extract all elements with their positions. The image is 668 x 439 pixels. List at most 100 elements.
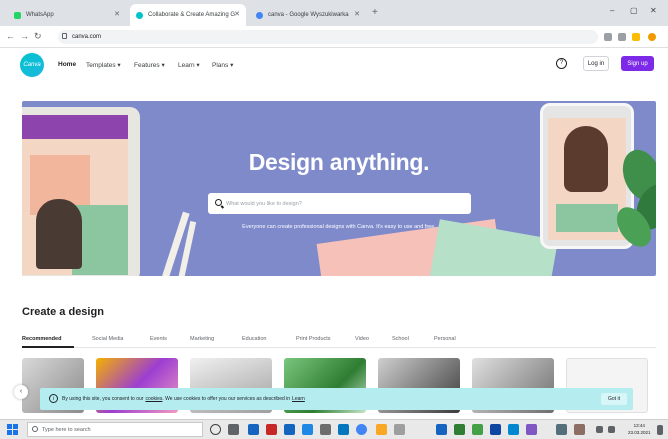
system-tray-icon[interactable] [596,426,603,433]
category-selected-indicator [22,346,74,348]
notification-icon[interactable] [657,425,663,435]
clock-time: 13:44 [633,423,645,428]
tablet-header [22,115,128,139]
help-icon[interactable]: ? [556,58,567,69]
learn-more-link[interactable]: Learn [292,396,305,402]
app-icon[interactable] [526,424,537,435]
info-icon: i [49,394,58,403]
clock-date: 23.03.2021 [628,430,651,435]
app-icon[interactable] [394,424,405,435]
taskbar-search-input[interactable]: Type here to search [27,422,203,437]
back-arrow-icon[interactable]: ← [6,31,15,41]
app-icon[interactable] [508,424,519,435]
extension-icon[interactable] [604,33,612,41]
category-video[interactable]: Video [355,336,369,342]
nav-learn[interactable]: Learn ▾ [178,61,200,69]
category-marketing[interactable]: Marketing [190,336,214,342]
app-icon[interactable] [338,424,349,435]
whatsapp-icon [14,11,21,19]
taskbar-search-placeholder: Type here to search [42,426,91,433]
app-icon[interactable] [454,424,465,435]
reload-icon[interactable]: ↻ [34,31,42,42]
profile-avatar-icon[interactable] [648,33,656,41]
photo-person [36,199,82,269]
category-events[interactable]: Events [150,336,167,342]
chrome-icon[interactable] [356,424,367,435]
app-icon[interactable] [284,424,295,435]
browser-tab-canva[interactable]: Collaborate & Create Amazing G ✕ [130,4,246,26]
volume-icon[interactable] [608,426,615,433]
category-social-media[interactable]: Social Media [92,336,124,342]
login-button[interactable]: Log in [583,56,609,71]
screen: WhatsApp ✕ Collaborate & Create Amazing … [0,0,668,439]
search-placeholder: What would you like to design? [226,200,302,207]
app-icon[interactable] [490,424,501,435]
tab-title: Collaborate & Create Amazing G [148,12,236,18]
url-text: canva.com [72,34,102,40]
nav-home[interactable]: Home [58,61,76,68]
category-education[interactable]: Education [242,336,266,342]
address-bar[interactable]: canva.com [58,30,598,44]
taskbar-clock[interactable]: 13:44 23.03.2021 [628,422,651,436]
tablet-illustration [22,107,140,276]
nav-features[interactable]: Features ▾ [134,61,165,69]
search-icon [215,199,222,206]
design-search-input[interactable]: What would you like to design? [208,193,471,214]
create-design-title: Create a design [22,306,104,318]
browser-toolbar: ← → ↻ canva.com [0,26,668,48]
cookie-ok-button[interactable]: Got it [601,393,627,405]
app-icon[interactable] [472,424,483,435]
canva-icon [136,11,143,19]
new-tab-button[interactable]: + [372,7,378,18]
windows-taskbar: Type here to search 13:44 23.03.2021 [0,419,668,439]
app-icon[interactable] [556,424,567,435]
cookie-text-2: . We use cookies to offer you our servic… [162,396,291,402]
signup-button[interactable]: Sign up [621,56,654,71]
hero-banner: Design anything. What would you like to … [22,101,656,276]
close-icon[interactable]: ✕ [234,10,240,18]
app-icon[interactable] [574,424,585,435]
minimize-icon[interactable]: – [610,6,614,15]
category-school[interactable]: School [392,336,409,342]
category-personal[interactable]: Personal [434,336,456,342]
hero-title: Design anything. [248,149,430,175]
cookie-policy-link[interactable]: cookies [145,396,162,402]
browser-tab-whatsapp[interactable]: WhatsApp ✕ [8,4,126,26]
tab-title: WhatsApp [26,12,54,18]
app-icon[interactable] [266,424,277,435]
canva-logo[interactable]: Canva [20,53,44,77]
category-divider [22,347,656,348]
tablet-screen [22,115,128,275]
lock-icon[interactable] [62,33,67,39]
app-icon[interactable] [320,424,331,435]
app-icon[interactable] [302,424,313,435]
close-window-icon[interactable]: ✕ [650,6,657,15]
nav-plans[interactable]: Plans ▾ [212,61,233,69]
logo-text: Canva [23,62,41,68]
folder-icon[interactable] [376,424,387,435]
windows-start-icon[interactable] [7,424,18,435]
cookie-banner: i By using this site, you consent to our… [40,388,633,410]
search-icon [32,426,38,432]
task-view-icon[interactable] [228,424,239,435]
scroll-left-icon[interactable]: ‹ [14,385,28,399]
browser-tab-google[interactable]: canva - Google Wyszukiwarka ✕ [250,4,366,26]
cortana-icon[interactable] [210,424,221,435]
close-icon[interactable]: ✕ [354,10,360,18]
nav-templates[interactable]: Templates ▾ [86,61,121,69]
app-icon[interactable] [436,424,447,435]
maximize-icon[interactable]: ▢ [630,6,638,15]
category-recommended[interactable]: Recommended [22,336,61,342]
category-print-products[interactable]: Print Products [296,336,331,342]
hero-subtitle: Everyone can create professional designs… [242,224,436,230]
app-icon[interactable] [248,424,259,435]
tab-title: canva - Google Wyszukiwarka [268,12,349,18]
browser-tab-strip: WhatsApp ✕ Collaborate & Create Amazing … [0,0,668,26]
close-icon[interactable]: ✕ [114,10,120,18]
star-icon[interactable] [632,33,640,41]
extension-icon[interactable] [618,33,626,41]
cookie-text: By using this site, you consent to our [62,396,144,402]
google-icon [256,11,263,19]
forward-arrow-icon[interactable]: → [20,31,29,41]
site-header [0,49,668,89]
